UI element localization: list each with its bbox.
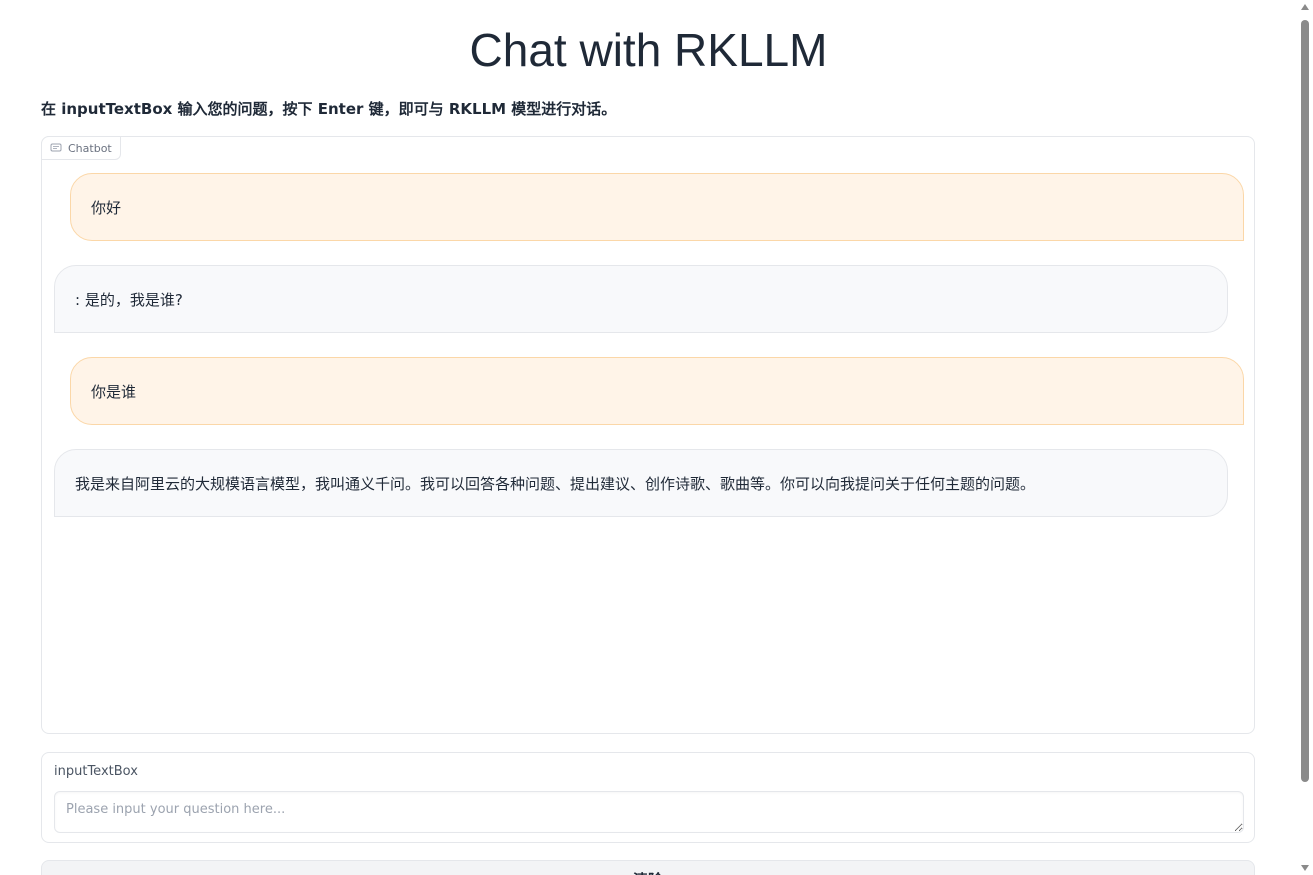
page: Chat with RKLLM 在 inputTextBox 输入您的问题，按下…: [0, 0, 1313, 875]
chatbot-panel[interactable]: Chatbot 你好 : 是的，我是谁? 你是谁 我是来自阿里云的大规模语言模型…: [41, 136, 1255, 734]
message-text: 你好: [91, 198, 122, 217]
user-message: 你好: [70, 173, 1244, 241]
chatbot-label-text: Chatbot: [68, 141, 112, 155]
message-text: 我是来自阿里云的大规模语言模型，我叫通义千问。我可以回答各种问题、提出建议、创作…: [75, 474, 1036, 493]
chatbot-label: Chatbot: [41, 136, 121, 160]
input-block: inputTextBox: [41, 752, 1255, 843]
chat-bubble-icon: [50, 142, 62, 154]
scrollbar-thumb[interactable]: [1301, 20, 1309, 782]
message-text: : 是的，我是谁?: [75, 290, 183, 309]
clear-button[interactable]: 清除: [41, 860, 1255, 875]
user-message: 你是谁: [70, 357, 1244, 425]
page-title: Chat with RKLLM: [469, 24, 828, 76]
question-input[interactable]: [54, 791, 1244, 833]
input-label: inputTextBox: [54, 764, 138, 779]
page-scrollbar[interactable]: [1298, 0, 1313, 875]
page-description: 在 inputTextBox 输入您的问题，按下 Enter 键，即可与 RKL…: [41, 100, 617, 118]
message-text: 你是谁: [91, 382, 137, 401]
scroll-down-icon[interactable]: [1301, 865, 1309, 871]
scroll-up-icon[interactable]: [1301, 4, 1309, 10]
bot-message: : 是的，我是谁?: [54, 265, 1228, 333]
bot-message: 我是来自阿里云的大规模语言模型，我叫通义千问。我可以回答各种问题、提出建议、创作…: [54, 449, 1228, 517]
